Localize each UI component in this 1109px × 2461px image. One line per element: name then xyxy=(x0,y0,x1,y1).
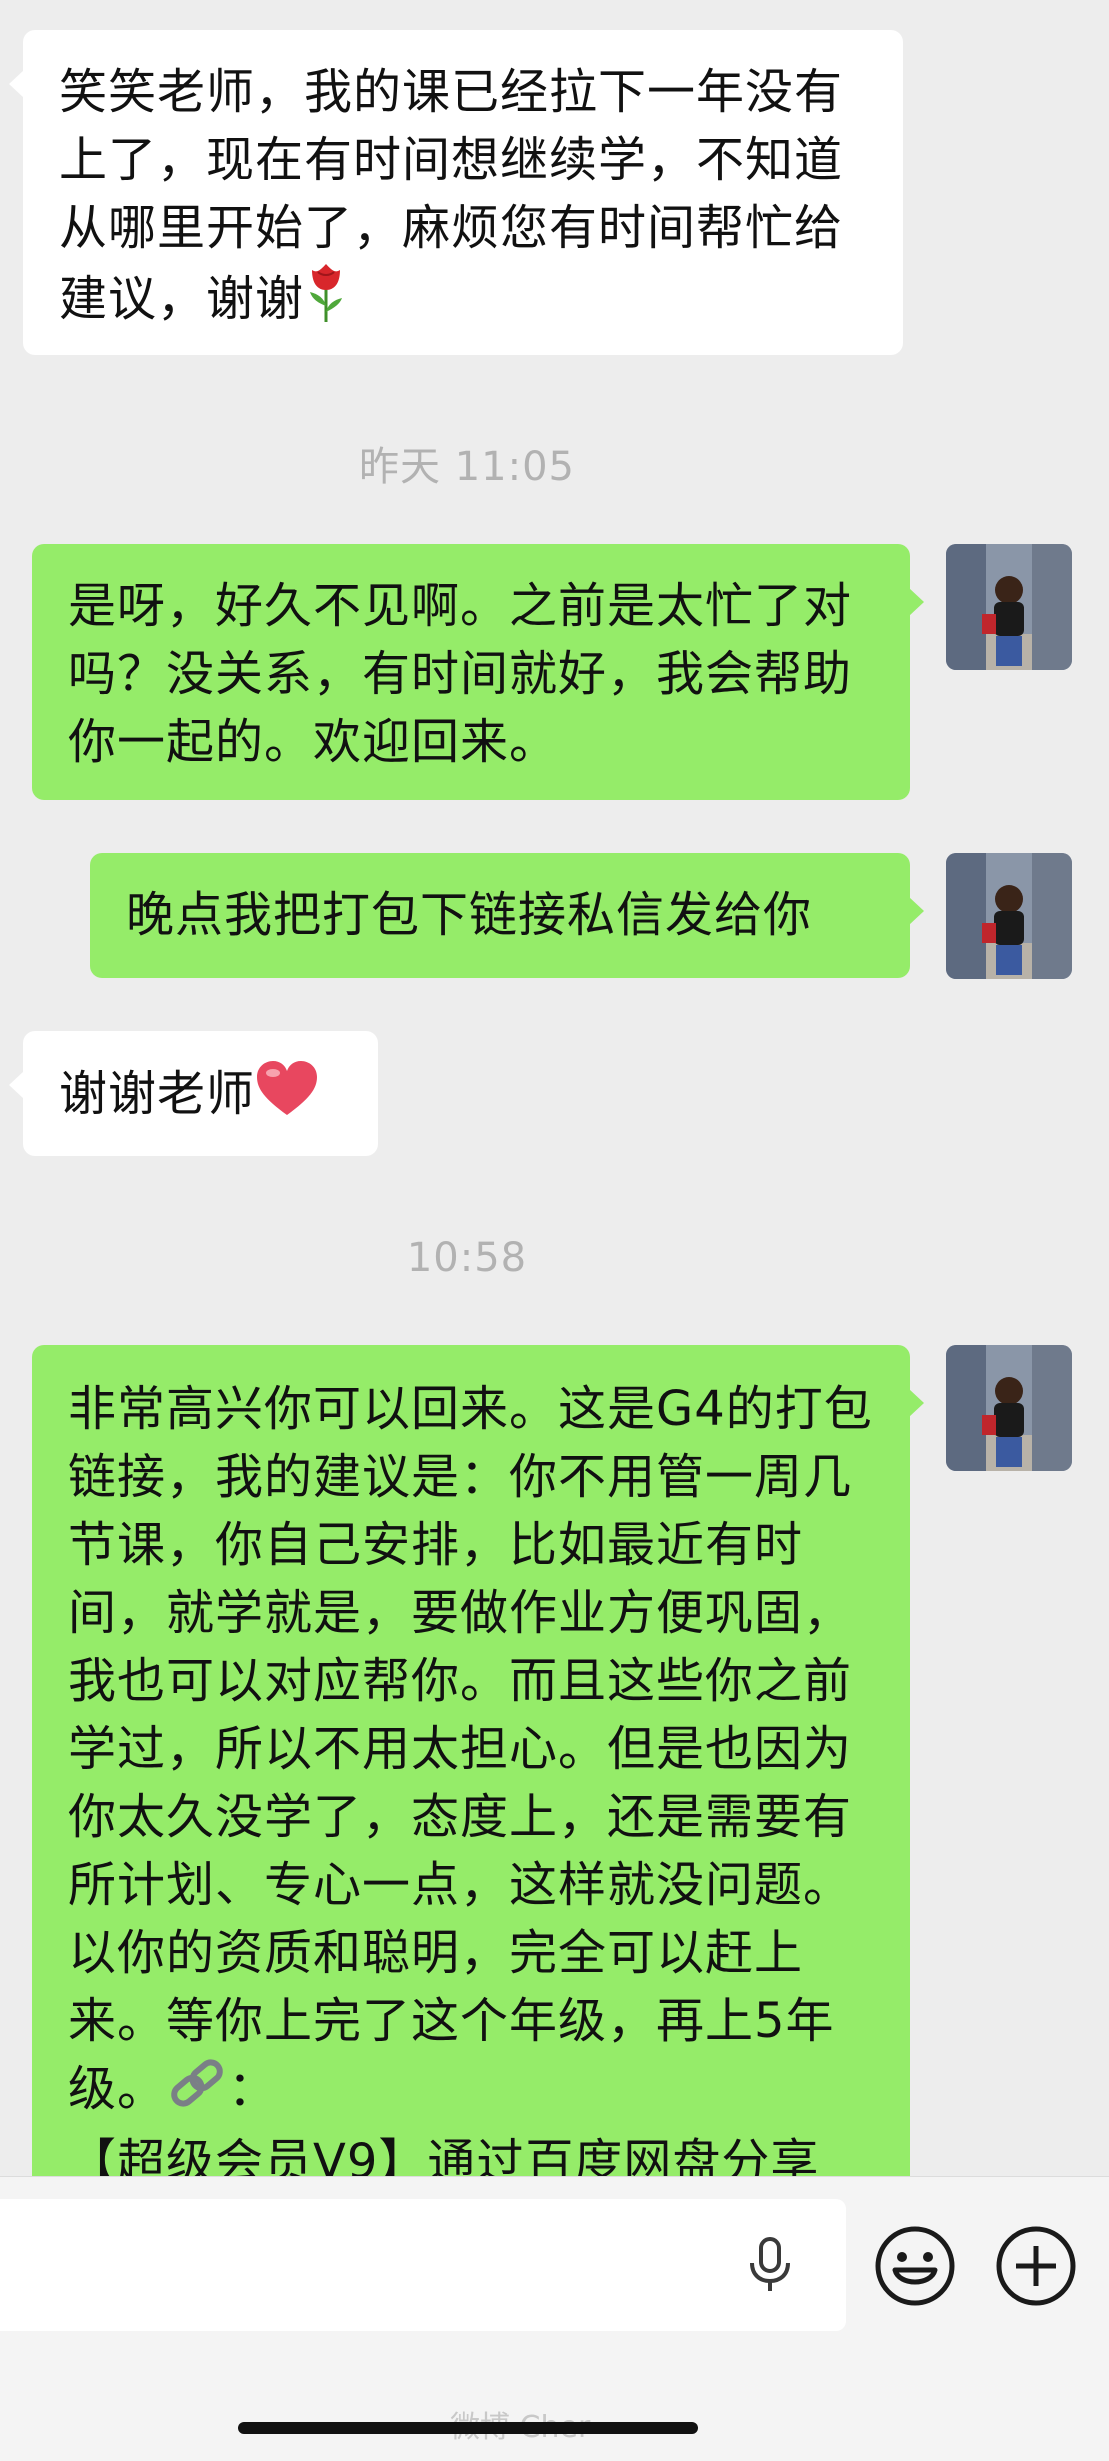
message-text: 非常高兴你可以回来。这是G4的打包链接，我的建议是：你不用管一周几节课，你自己安… xyxy=(68,1381,873,2117)
chat-screen: 笑笑老师，我的课已经拉下一年没有上了，现在有时间想继续学，不知道从哪里开始了，麻… xyxy=(0,0,1109,2461)
message-bubble-outgoing[interactable]: 是呀，好久不见啊。之前是太忙了对吗？没关系，有时间就好，我会帮助你一起的。欢迎回… xyxy=(32,544,924,800)
avatar[interactable] xyxy=(946,1345,1072,1471)
message-text: 笑笑老师，我的课已经拉下一年没有上了，现在有时间想继续学，不知道从哪里开始了，麻… xyxy=(59,64,844,327)
heart-icon xyxy=(255,1059,319,1135)
message-text: 是呀，好久不见啊。之前是太忙了对吗？没关系，有时间就好，我会帮助你一起的。欢迎回… xyxy=(68,578,853,770)
message-input[interactable] xyxy=(0,2199,846,2331)
emoji-face-icon[interactable] xyxy=(873,2224,957,2308)
message-bubble-outgoing[interactable]: 晚点我把打包下链接私信发给你 xyxy=(90,853,924,978)
message-bubble-incoming[interactable]: 笑笑老师，我的课已经拉下一年没有上了，现在有时间想继续学，不知道从哪里开始了，麻… xyxy=(9,30,903,355)
plus-circle-icon[interactable] xyxy=(994,2224,1078,2308)
avatar[interactable] xyxy=(946,853,1072,979)
microphone-icon[interactable] xyxy=(740,2235,800,2295)
timestamp: 昨天 11:05 xyxy=(359,444,575,490)
message-bubble-incoming[interactable]: 谢谢老师 xyxy=(9,1031,378,1156)
avatar[interactable] xyxy=(946,544,1072,670)
timestamp: 10:58 xyxy=(406,1235,528,1281)
rose-icon xyxy=(304,262,348,342)
message-text: 晚点我把打包下链接私信发给你 xyxy=(126,887,813,943)
message-text: 谢谢老师 xyxy=(59,1066,256,1122)
link-icon xyxy=(166,2056,228,2128)
home-indicator xyxy=(238,2422,698,2434)
message-bubble-outgoing[interactable]: 非常高兴你可以回来。这是G4的打包链接，我的建议是：你不用管一周几节课，你自己安… xyxy=(32,1345,924,2245)
message-text-tail: ： xyxy=(228,2061,278,2117)
